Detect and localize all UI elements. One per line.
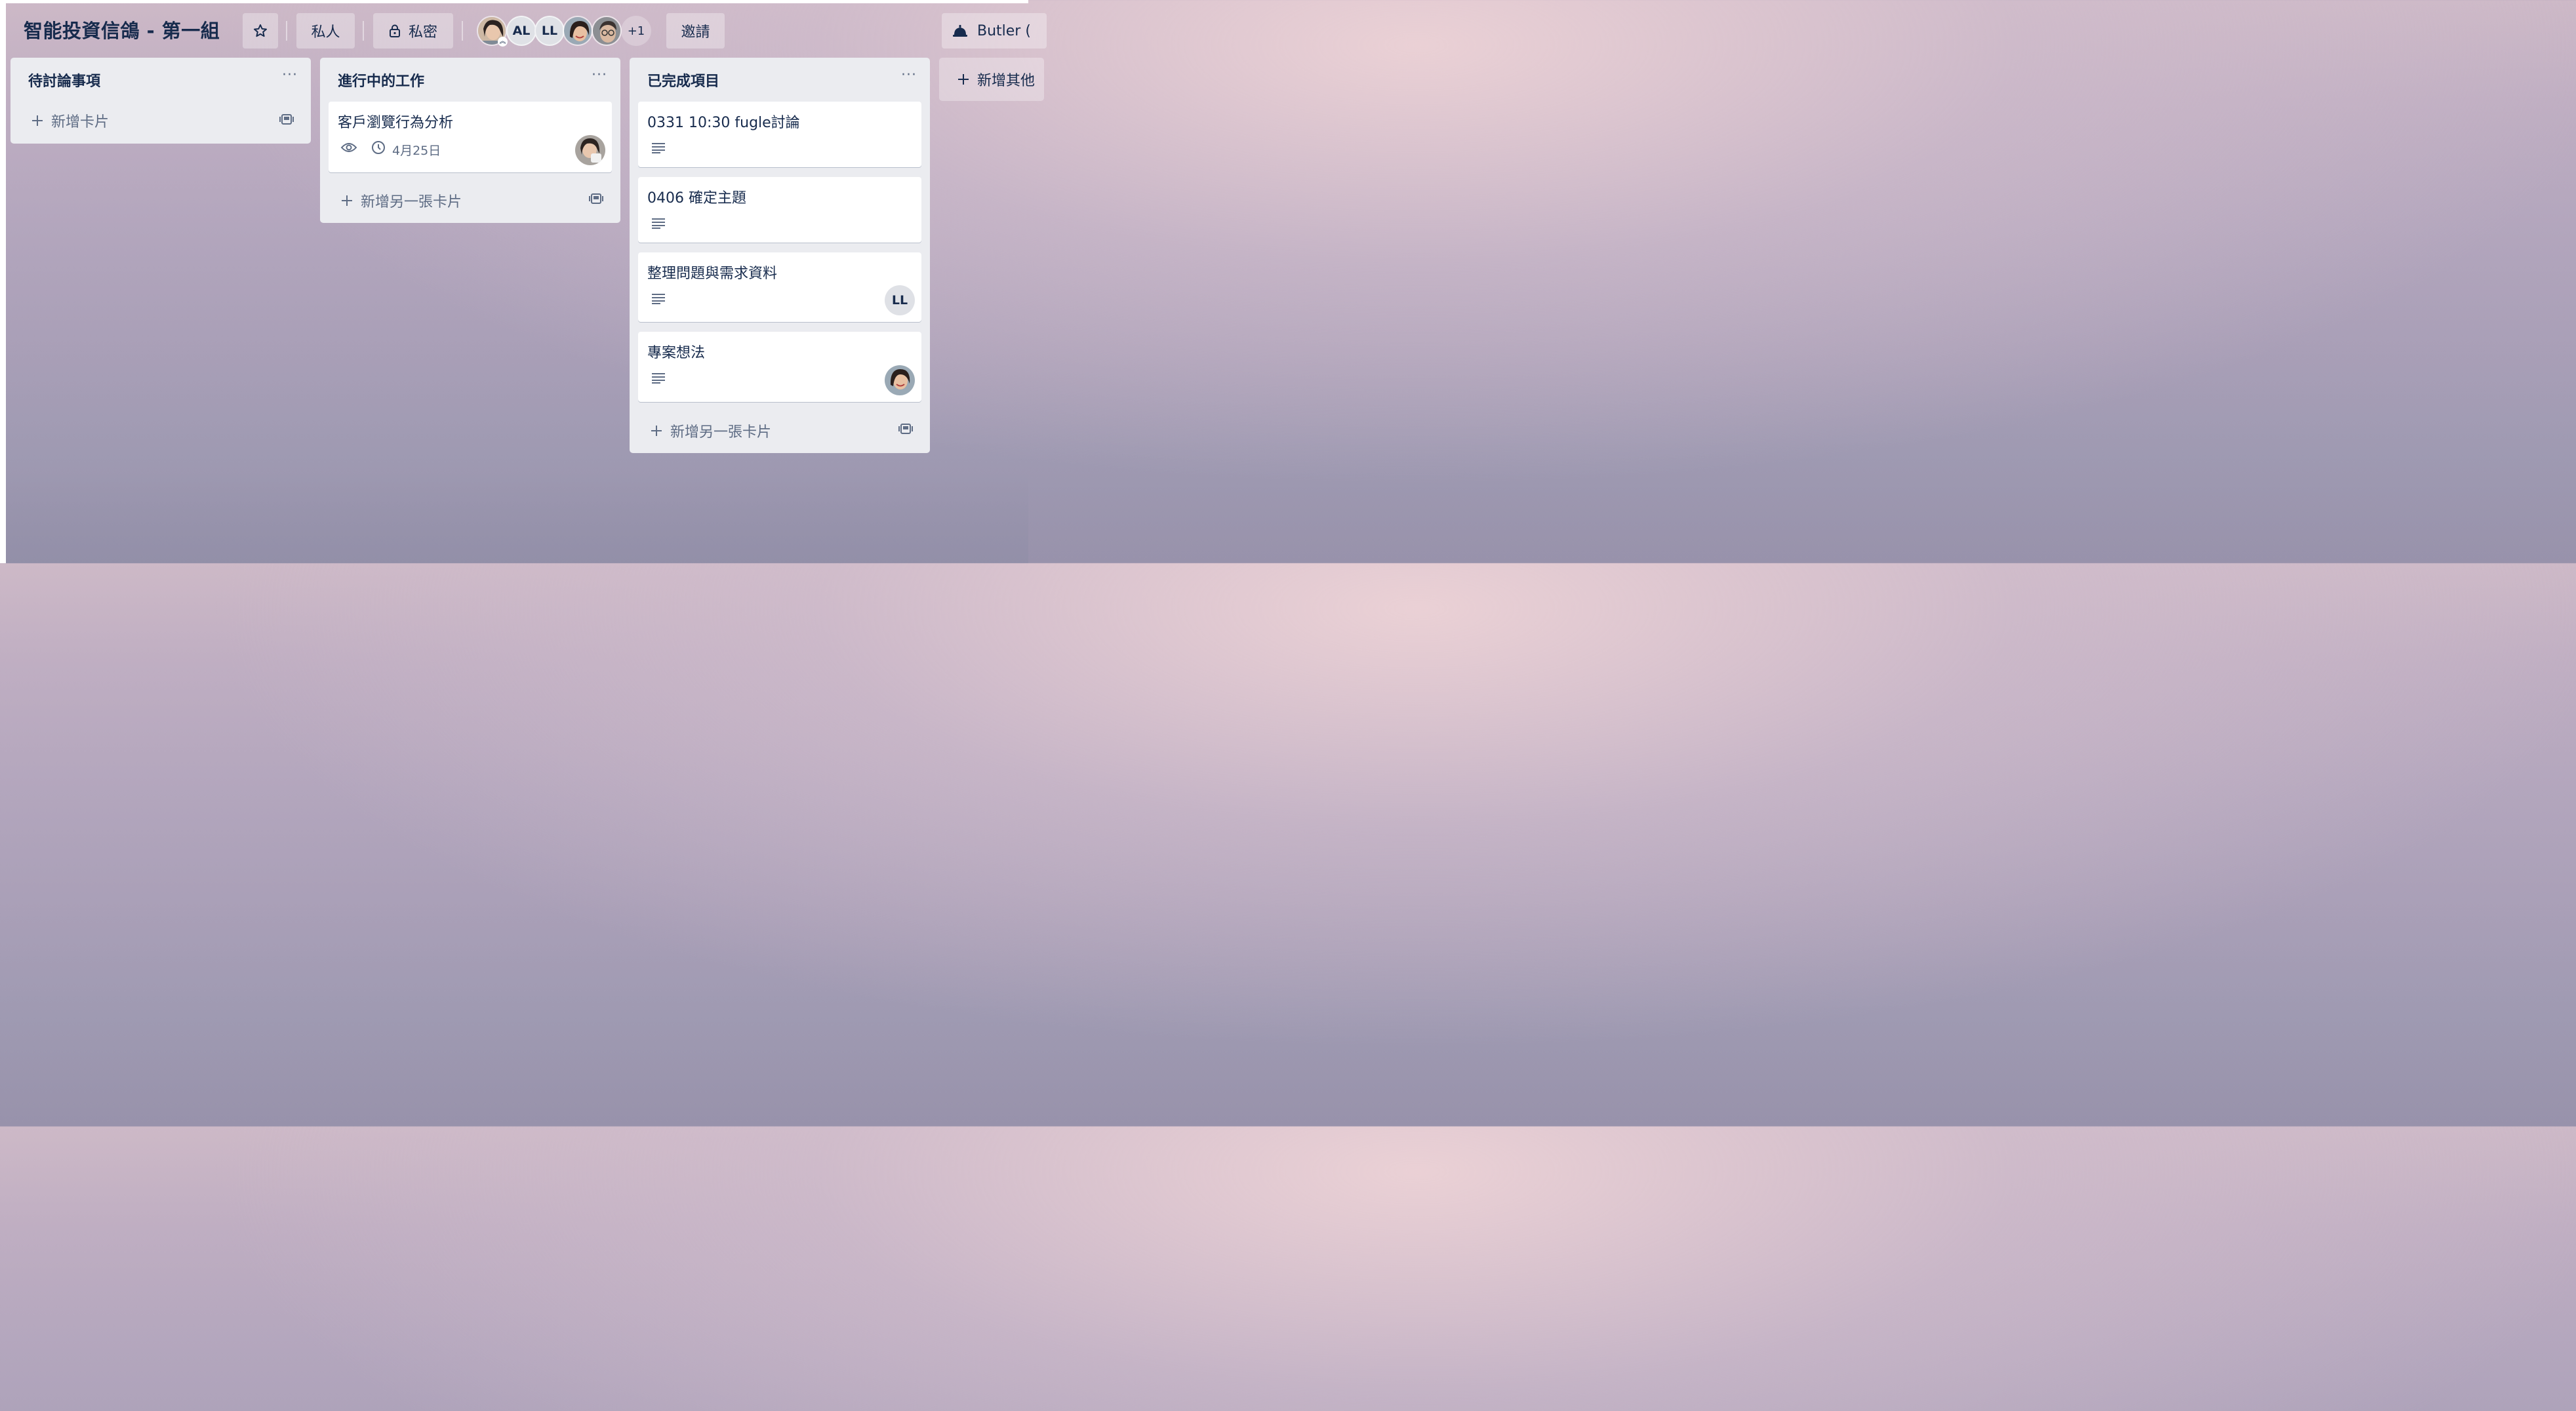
card-member-avatar[interactable] (885, 365, 915, 395)
card-title: 0331 10:30 fugle討論 (647, 115, 800, 131)
card-template-icon[interactable] (898, 422, 913, 436)
description-icon (652, 143, 665, 153)
member-avatar-al[interactable]: AL (506, 16, 536, 46)
list-menu-button[interactable]: ··· (282, 67, 298, 83)
background-image (6, 472, 1028, 563)
add-card-button[interactable]: 新增另一張卡片 (340, 190, 462, 211)
plus-icon (651, 426, 662, 436)
list-title[interactable]: 已完成項目 (647, 70, 719, 90)
lock-icon (389, 24, 400, 37)
card-member-avatar-ll[interactable]: LL (885, 285, 915, 315)
list-待討論事項: 待討論事項 ··· 新增卡片 (10, 58, 311, 144)
more-members-count: +1 (627, 24, 645, 38)
clock-icon (372, 141, 385, 154)
list-menu-button[interactable]: ··· (901, 67, 917, 83)
card[interactable]: 0331 10:30 fugle討論 (638, 102, 921, 167)
list-menu-button[interactable]: ··· (592, 67, 607, 83)
board-title[interactable]: 智能投資信鴿 - 第一組 (24, 16, 220, 43)
card-template-icon[interactable] (589, 191, 603, 206)
card-title: 整理問題與需求資料 (647, 266, 778, 282)
member-photo (575, 135, 605, 165)
card[interactable]: 專案想法 (638, 332, 921, 402)
add-card-label: 新增另一張卡片 (670, 424, 772, 441)
member-photo (593, 17, 620, 45)
team-visibility-button[interactable]: 私人 (296, 13, 355, 49)
card[interactable]: 整理問題與需求資料 LL (638, 252, 921, 322)
member-avatar[interactable] (592, 16, 622, 46)
description-icon (652, 373, 665, 384)
card-template-icon[interactable] (279, 112, 294, 127)
plus-icon (958, 74, 969, 85)
card-title: 0406 確定主題 (647, 190, 746, 207)
plus-icon (342, 195, 352, 206)
due-date-badge: 4月25日 (392, 144, 441, 158)
description-icon (652, 218, 665, 229)
invite-button[interactable]: 邀請 (666, 13, 725, 49)
member-initials: LL (891, 293, 908, 308)
window-left-edge (0, 0, 6, 563)
header-divider (462, 21, 463, 41)
star-board-button[interactable] (243, 13, 278, 49)
butler-label: Butler ( (977, 22, 1031, 39)
add-card-label: 新增另一張卡片 (361, 194, 462, 210)
member-initials: LL (541, 24, 558, 38)
add-list-button[interactable]: 新增其他 (939, 58, 1044, 101)
list-title[interactable]: 待討論事項 (28, 70, 100, 90)
member-photo (564, 17, 592, 45)
card-title: 專案想法 (647, 345, 706, 361)
list-進行中的工作: 進行中的工作 ··· 客戶瀏覽行為分析 4月25日 新增另一張卡片 (320, 58, 620, 223)
card-member-avatar[interactable] (575, 135, 605, 165)
header-divider (363, 21, 364, 41)
description-icon (652, 294, 665, 304)
more-members-button[interactable]: +1 (621, 16, 651, 46)
add-card-button[interactable]: 新增另一張卡片 (649, 420, 771, 441)
add-list-label: 新增其他 (977, 73, 1036, 89)
card-title: 客戶瀏覽行為分析 (338, 115, 454, 131)
member-avatar[interactable] (563, 16, 593, 46)
member-avatar-ll[interactable]: LL (534, 16, 565, 46)
watching-eye-icon (340, 143, 357, 152)
privacy-button[interactable]: 私密 (373, 13, 453, 49)
card[interactable]: 客戶瀏覽行為分析 4月25日 (329, 102, 612, 172)
team-visibility-label: 私人 (311, 24, 340, 41)
add-card-button[interactable]: 新增卡片 (30, 110, 109, 131)
privacy-label: 私密 (408, 24, 437, 41)
star-icon (254, 24, 267, 37)
add-card-label: 新增卡片 (51, 114, 110, 130)
header-divider (286, 21, 287, 41)
list-title[interactable]: 進行中的工作 (338, 70, 424, 90)
member-photo (885, 365, 915, 395)
admin-chevron-icon: ︽ (498, 37, 508, 47)
butler-button[interactable]: Butler ( (942, 13, 1047, 49)
member-initials: AL (512, 24, 531, 38)
window-top-edge (0, 0, 1028, 3)
plus-icon (32, 115, 43, 126)
invite-label: 邀請 (681, 24, 710, 41)
bell-icon (953, 25, 967, 37)
list-已完成項目: 已完成項目 ··· 0331 10:30 fugle討論 0406 確定主題 整… (630, 58, 930, 453)
card[interactable]: 0406 確定主題 (638, 177, 921, 243)
